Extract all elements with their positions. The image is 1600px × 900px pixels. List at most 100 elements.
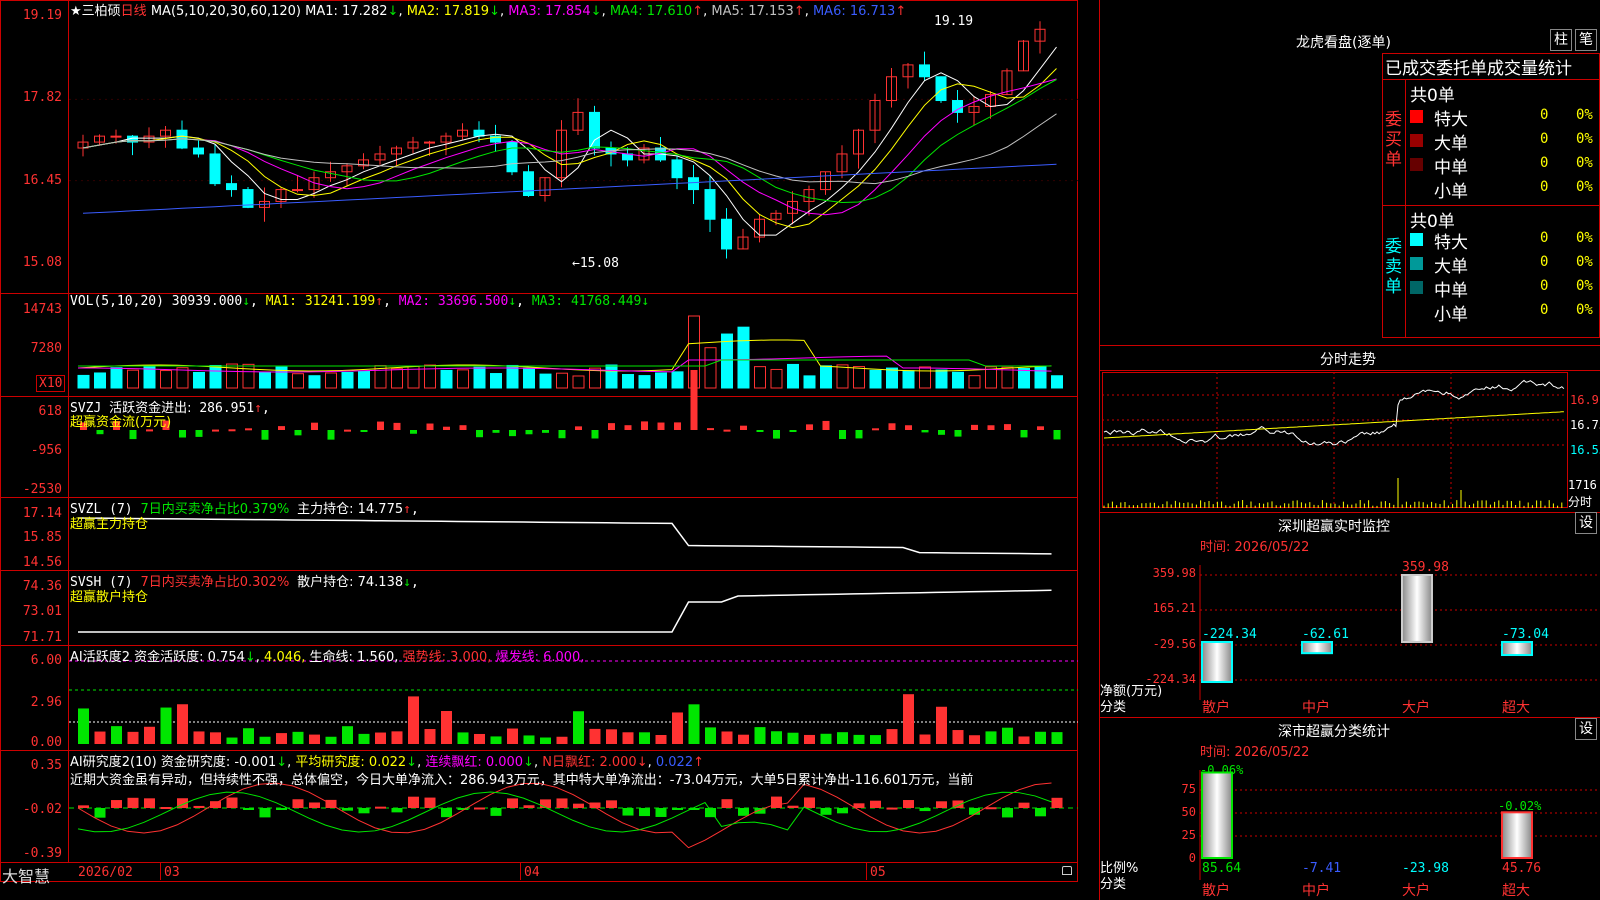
ai2-axis-tick: -0.02: [22, 802, 62, 817]
candle-body: [193, 147, 204, 155]
sz-class-time: 时间: 2026/05/22: [1200, 745, 1310, 760]
ai2-legend: AI研究度2(10) 资金研究度: -0.001↓, 平均研究度: 0.022↓…: [70, 755, 704, 770]
sell-row-name: 小单: [1434, 305, 1468, 325]
sell-row-name: 特大: [1434, 233, 1468, 253]
sz-class-top-label: -0.06%: [1200, 763, 1244, 777]
sell-row-swatch: [1410, 305, 1423, 318]
lock-icon[interactable]: [1062, 866, 1072, 875]
sz-class-axis-tick: 0: [1188, 851, 1196, 865]
ai2-axis-tick: 0.35: [30, 758, 62, 773]
price-high-annotation: 19.19: [934, 14, 974, 29]
x-axis-label: 03: [164, 865, 180, 880]
vol-axis-tick: 14743: [22, 302, 62, 317]
sz-class-cat-label: 分类: [1100, 877, 1127, 892]
candle-body: [721, 218, 732, 250]
buy-row-name: 大单: [1434, 134, 1468, 154]
sell-row-pct: 0%: [1576, 230, 1593, 246]
intraday-header-line: [1100, 345, 1600, 346]
sell-row-count: 0: [1540, 302, 1549, 318]
class-bar-label: -23.98: [1402, 861, 1449, 876]
svsh-axis-tick: 71.71: [22, 630, 62, 645]
svzl-axis-tick: 15.85: [22, 530, 62, 545]
brand-label: 大智慧: [2, 867, 51, 886]
vol-ma1: MA1: 31241.199: [265, 294, 376, 309]
vol-value: 30939.000: [171, 294, 243, 309]
bar-view-button[interactable]: 柱: [1550, 29, 1572, 51]
sz-monitor-cat-label: 分类: [1100, 700, 1127, 715]
buy-total: 共0单: [1410, 86, 1455, 106]
sz-monitor-top-line: [1100, 512, 1600, 513]
monitor-bar-label: -224.34: [1202, 627, 1257, 642]
intraday-axis-tick: 16.9: [1570, 393, 1599, 407]
x-axis-label: 04: [524, 865, 540, 880]
sell-row-pct: 0%: [1576, 254, 1593, 270]
sz-class-title: 深市超赢分类统计: [1278, 724, 1390, 740]
sz-monitor-time: 时间: 2026/05/22: [1200, 540, 1310, 555]
buy-row-count: 0: [1540, 131, 1549, 147]
buy-row-pct: 0%: [1576, 155, 1593, 171]
dragon-subtitle: 已成交委托单成交量统计: [1385, 59, 1572, 79]
sz-monitor-settings-button[interactable]: 设: [1575, 512, 1597, 534]
monitor-bar: [1301, 641, 1333, 655]
candlestick-chart[interactable]: [0, 0, 1078, 293]
sell-row-swatch: [1410, 233, 1423, 246]
class-bar-label: 85.64: [1202, 861, 1241, 876]
sell-row-count: 0: [1540, 278, 1549, 294]
sell-row-count: 0: [1540, 230, 1549, 246]
svzj-subtitle: 超赢资金流(万元): [70, 415, 172, 430]
right-panel-border: [1099, 0, 1100, 900]
intraday-title: 分时走势: [1320, 352, 1376, 368]
candle-body: [671, 159, 683, 179]
monitor-cat-label: 中户: [1302, 699, 1330, 716]
sz-monitor-axis-tick: 165.21: [1152, 601, 1196, 615]
buy-row-pct: 0%: [1576, 131, 1593, 147]
dragon-row-sep: [1382, 205, 1600, 206]
sell-row-name: 中单: [1434, 281, 1468, 301]
buy-row-name: 特大: [1434, 110, 1468, 130]
candle-body: [110, 135, 122, 138]
candle-body: [226, 183, 237, 191]
ai2-commentary: 近期大资金虽有异动，但持续性不强，总体偏空，今日大单净流入：286.943万元，…: [70, 773, 974, 788]
class-cat-label: 大户: [1402, 882, 1430, 899]
candle-body: [209, 153, 221, 185]
buy-row-swatch: [1410, 134, 1423, 147]
sz-class-settings-button[interactable]: 设: [1575, 718, 1597, 740]
svsh-axis-tick: 73.01: [22, 604, 62, 619]
separator: [0, 862, 1078, 863]
candle-body: [704, 189, 716, 220]
sell-row-count: 0: [1540, 254, 1549, 270]
svzj-axis-tick: -2530: [22, 482, 62, 497]
x-axis-label: 05: [870, 865, 886, 880]
ai2-axis-tick: -0.39: [22, 846, 62, 861]
buy-row-count: 0: [1540, 155, 1549, 171]
buy-row-name: 小单: [1434, 182, 1468, 202]
svzj-axis-tick: 618: [38, 404, 62, 419]
svzl-axis-tick: 17.14: [22, 506, 62, 521]
candle-body: [424, 141, 435, 144]
monitor-bar-label: -62.61: [1302, 627, 1349, 642]
price-low-annotation: ←15.08: [572, 256, 619, 271]
x-axis-tick: [866, 862, 867, 880]
sell-row-name: 大单: [1434, 257, 1468, 277]
ai1-axis-tick: 2.96: [30, 695, 62, 710]
sell-row-pct: 0%: [1576, 278, 1593, 294]
x-axis-tick: [160, 862, 161, 880]
dragon-col-sep: [1405, 79, 1406, 338]
monitor-cat-label: 大户: [1402, 699, 1430, 716]
dragon-panel-title: 龙虎看盘(逐单): [1296, 35, 1391, 51]
ma-line: [82, 46, 1057, 236]
buy-side-label: 委买单: [1385, 110, 1402, 170]
sz-class-top-line: [1100, 717, 1600, 718]
class-bar: [1501, 811, 1533, 860]
ai1-axis-tick: 6.00: [30, 653, 62, 668]
dragon-left-border: [1382, 53, 1383, 338]
candle-body: [589, 111, 600, 149]
buy-row-name: 中单: [1434, 158, 1468, 178]
ma-line: [82, 68, 1057, 229]
tick-view-button[interactable]: 笔: [1575, 29, 1597, 51]
class-cat-label: 超大: [1502, 883, 1530, 899]
intraday-line: [1100, 370, 1600, 371]
buy-row-swatch: [1410, 110, 1423, 123]
intraday-vol-unit: 分时: [1568, 495, 1593, 509]
monitor-cat-label: 散户: [1202, 699, 1230, 716]
